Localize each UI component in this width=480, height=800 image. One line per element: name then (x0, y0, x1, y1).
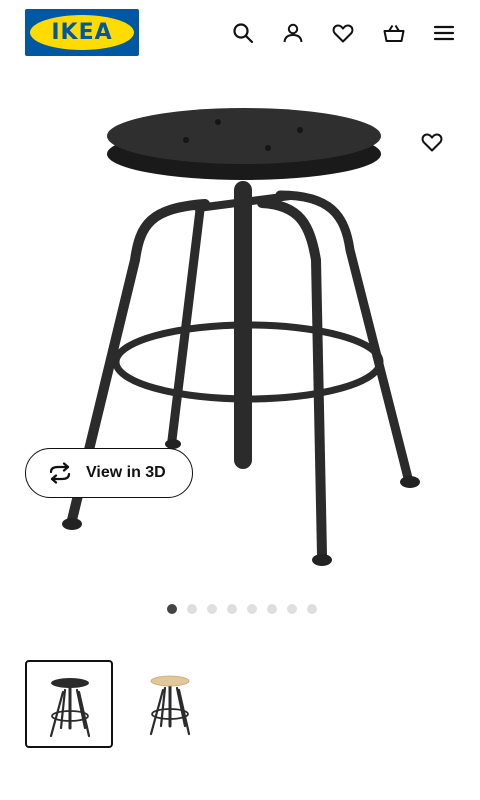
product-image (62, 108, 420, 566)
view-in-3d-button[interactable]: View in 3D (25, 448, 193, 498)
pagination-dot-2[interactable] (187, 604, 197, 614)
product-favourite-button[interactable] (414, 124, 450, 160)
pagination-dot-4[interactable] (227, 604, 237, 614)
rotate-3d-icon (49, 462, 71, 484)
pagination-dot-6[interactable] (267, 604, 277, 614)
pagination-dot-5[interactable] (247, 604, 257, 614)
view-in-3d-label: View in 3D (86, 464, 166, 481)
account-icon[interactable] (276, 16, 310, 50)
gallery-pagination (0, 604, 480, 616)
pagination-dot-1[interactable] (167, 604, 177, 614)
logo-text: IKEA (51, 20, 113, 45)
product-gallery[interactable]: View in 3D (0, 72, 480, 592)
pagination-dot-7[interactable] (287, 604, 297, 614)
shopping-bag-icon[interactable] (377, 16, 411, 50)
thumbnail-stool-black[interactable] (25, 660, 113, 748)
logo-oval: IKEA (30, 15, 134, 50)
favourites-icon[interactable] (326, 16, 360, 50)
heart-outline-icon (421, 133, 443, 152)
search-icon[interactable] (226, 16, 260, 50)
pagination-dot-3[interactable] (207, 604, 217, 614)
menu-icon[interactable] (427, 16, 461, 50)
header: IKEA (0, 0, 480, 72)
thumbnail-image-pine (149, 675, 191, 736)
pagination-dot-8[interactable] (307, 604, 317, 614)
ikea-logo[interactable]: IKEA (25, 9, 139, 56)
thumbnail-stool-pine[interactable] (127, 660, 215, 748)
thumbnail-image-black (49, 678, 91, 738)
thumbnail-strip (25, 660, 215, 748)
